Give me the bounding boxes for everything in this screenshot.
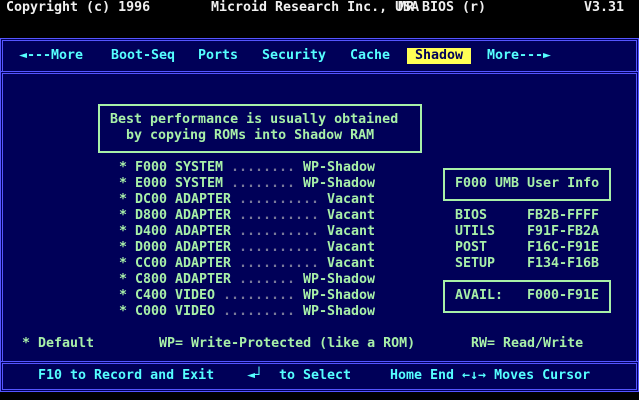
default-mark: * [119,288,128,303]
shadow-value: Vacant [326,224,375,239]
umb-row-range: F91F-FB2A [527,224,600,239]
avail-label: AVAIL: [455,288,504,303]
shadow-value: Vacant [326,192,375,207]
default-mark: * [119,176,128,191]
default-mark: * [119,240,128,255]
info-line-2: by copying ROMs into Shadow RAM [126,128,375,143]
default-mark: * [119,272,128,287]
menu-ports[interactable]: Ports [198,48,238,64]
info-box: Best performance is usually obtained by … [98,104,422,153]
menu-security[interactable]: Security [262,48,326,64]
umb-row-label: UTILS [455,224,496,239]
shadow-value: WP-Shadow [302,272,375,287]
footer-cursor: Home End ←↓→ Moves Cursor [390,368,591,383]
legend-default: * Default [22,336,95,351]
version: V3.31 [584,0,625,15]
shadow-value: WP-Shadow [302,176,375,191]
umb-row-label: BIOS [455,208,488,223]
footer-select: to Select [279,368,352,383]
shadow-value: Vacant [326,256,375,271]
avail-range: F000-F91E [527,288,600,303]
default-mark: * [119,224,128,239]
copyright: Copyright (c) 1996 [6,0,151,15]
legend-wp: WP= Write-Protected (like a ROM) [159,336,416,351]
menu-boot-seq[interactable]: Boot-Seq [111,48,175,64]
product: MR BIOS (r) [398,0,487,15]
umb-title: F000 UMB User Info [455,176,600,191]
enter-key-icon: ◄┘ [247,368,264,383]
legend-rw: RW= Read/Write [471,336,584,351]
umb-row-range: FB2B-FFFF [527,208,600,223]
shadow-value: WP-Shadow [302,304,375,319]
umb-title-box: F000 UMB User Info [443,168,611,201]
umb-row-range: F16C-F91E [527,240,600,255]
info-line-1: Best performance is usually obtained [110,112,399,127]
company: Microid Research Inc., USA [211,0,420,15]
bios-screen: Copyright (c) 1996 Microid Research Inc.… [0,0,639,400]
umb-row-label: POST [455,240,488,255]
umb-row-label: SETUP [455,256,496,271]
footer-record-exit: F10 to Record and Exit [38,368,215,383]
menu-cache[interactable]: Cache [350,48,390,64]
default-mark: * [119,208,128,223]
avail-box: AVAIL: F000-F91E [443,280,611,313]
menu-more-left[interactable]: ◄---More [19,48,83,64]
menu-shadow[interactable]: Shadow [407,48,471,64]
shadow-value: WP-Shadow [302,160,375,175]
shadow-value: WP-Shadow [302,288,375,303]
default-mark: * [119,256,128,271]
shadow-value: Vacant [326,240,375,255]
menu-more-right[interactable]: More---► [487,48,551,64]
shadow-value: Vacant [326,208,375,223]
default-mark: * [119,304,128,319]
umb-row-range: F134-F16B [527,256,600,271]
default-mark: * [119,192,128,207]
default-mark: * [119,160,128,175]
